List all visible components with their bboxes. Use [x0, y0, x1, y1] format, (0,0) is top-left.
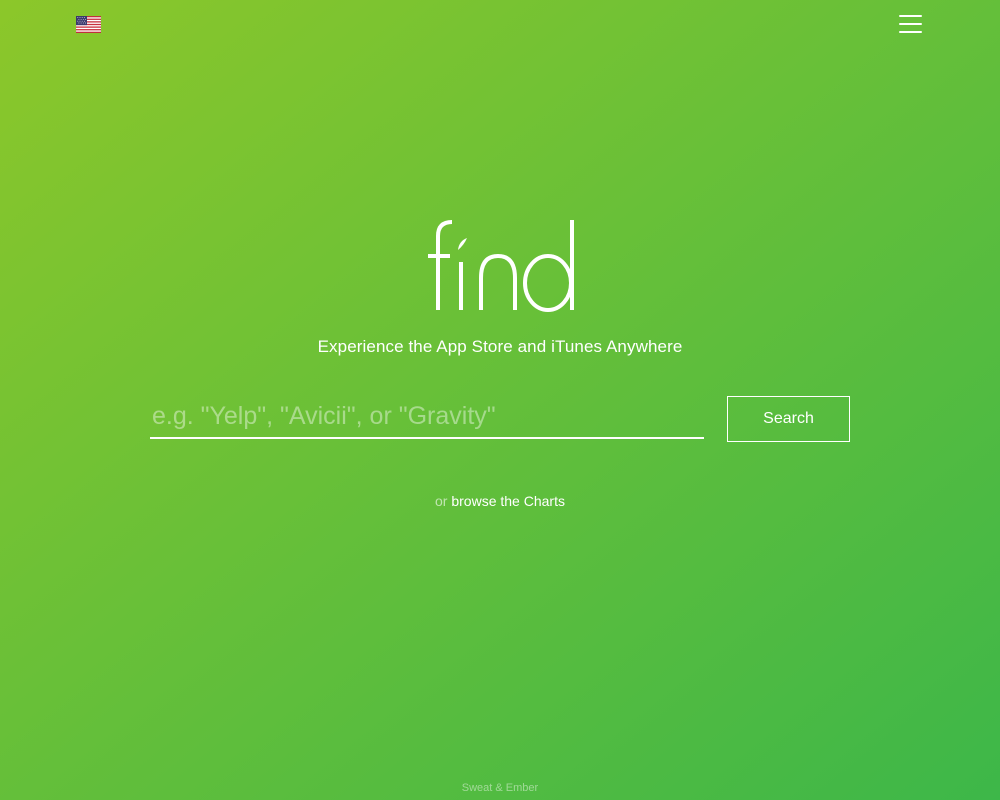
browse-charts-link[interactable]: browse the Charts [451, 493, 565, 509]
search-input[interactable] [150, 395, 704, 439]
find-logo [428, 220, 574, 312]
tagline: Experience the App Store and iTunes Anyw… [317, 337, 683, 356]
search-button[interactable]: Search [727, 396, 850, 442]
browse-charts-line: or browse the Charts [0, 493, 1000, 509]
us-flag-icon[interactable] [76, 16, 101, 33]
browse-prefix: or [435, 493, 448, 509]
hamburger-menu-icon[interactable] [896, 10, 926, 40]
menu-bar-top [899, 15, 922, 17]
menu-bar-middle [899, 23, 922, 25]
footer-credit[interactable]: Sweat & Ember [0, 782, 1000, 794]
menu-bar-bottom [899, 31, 922, 33]
